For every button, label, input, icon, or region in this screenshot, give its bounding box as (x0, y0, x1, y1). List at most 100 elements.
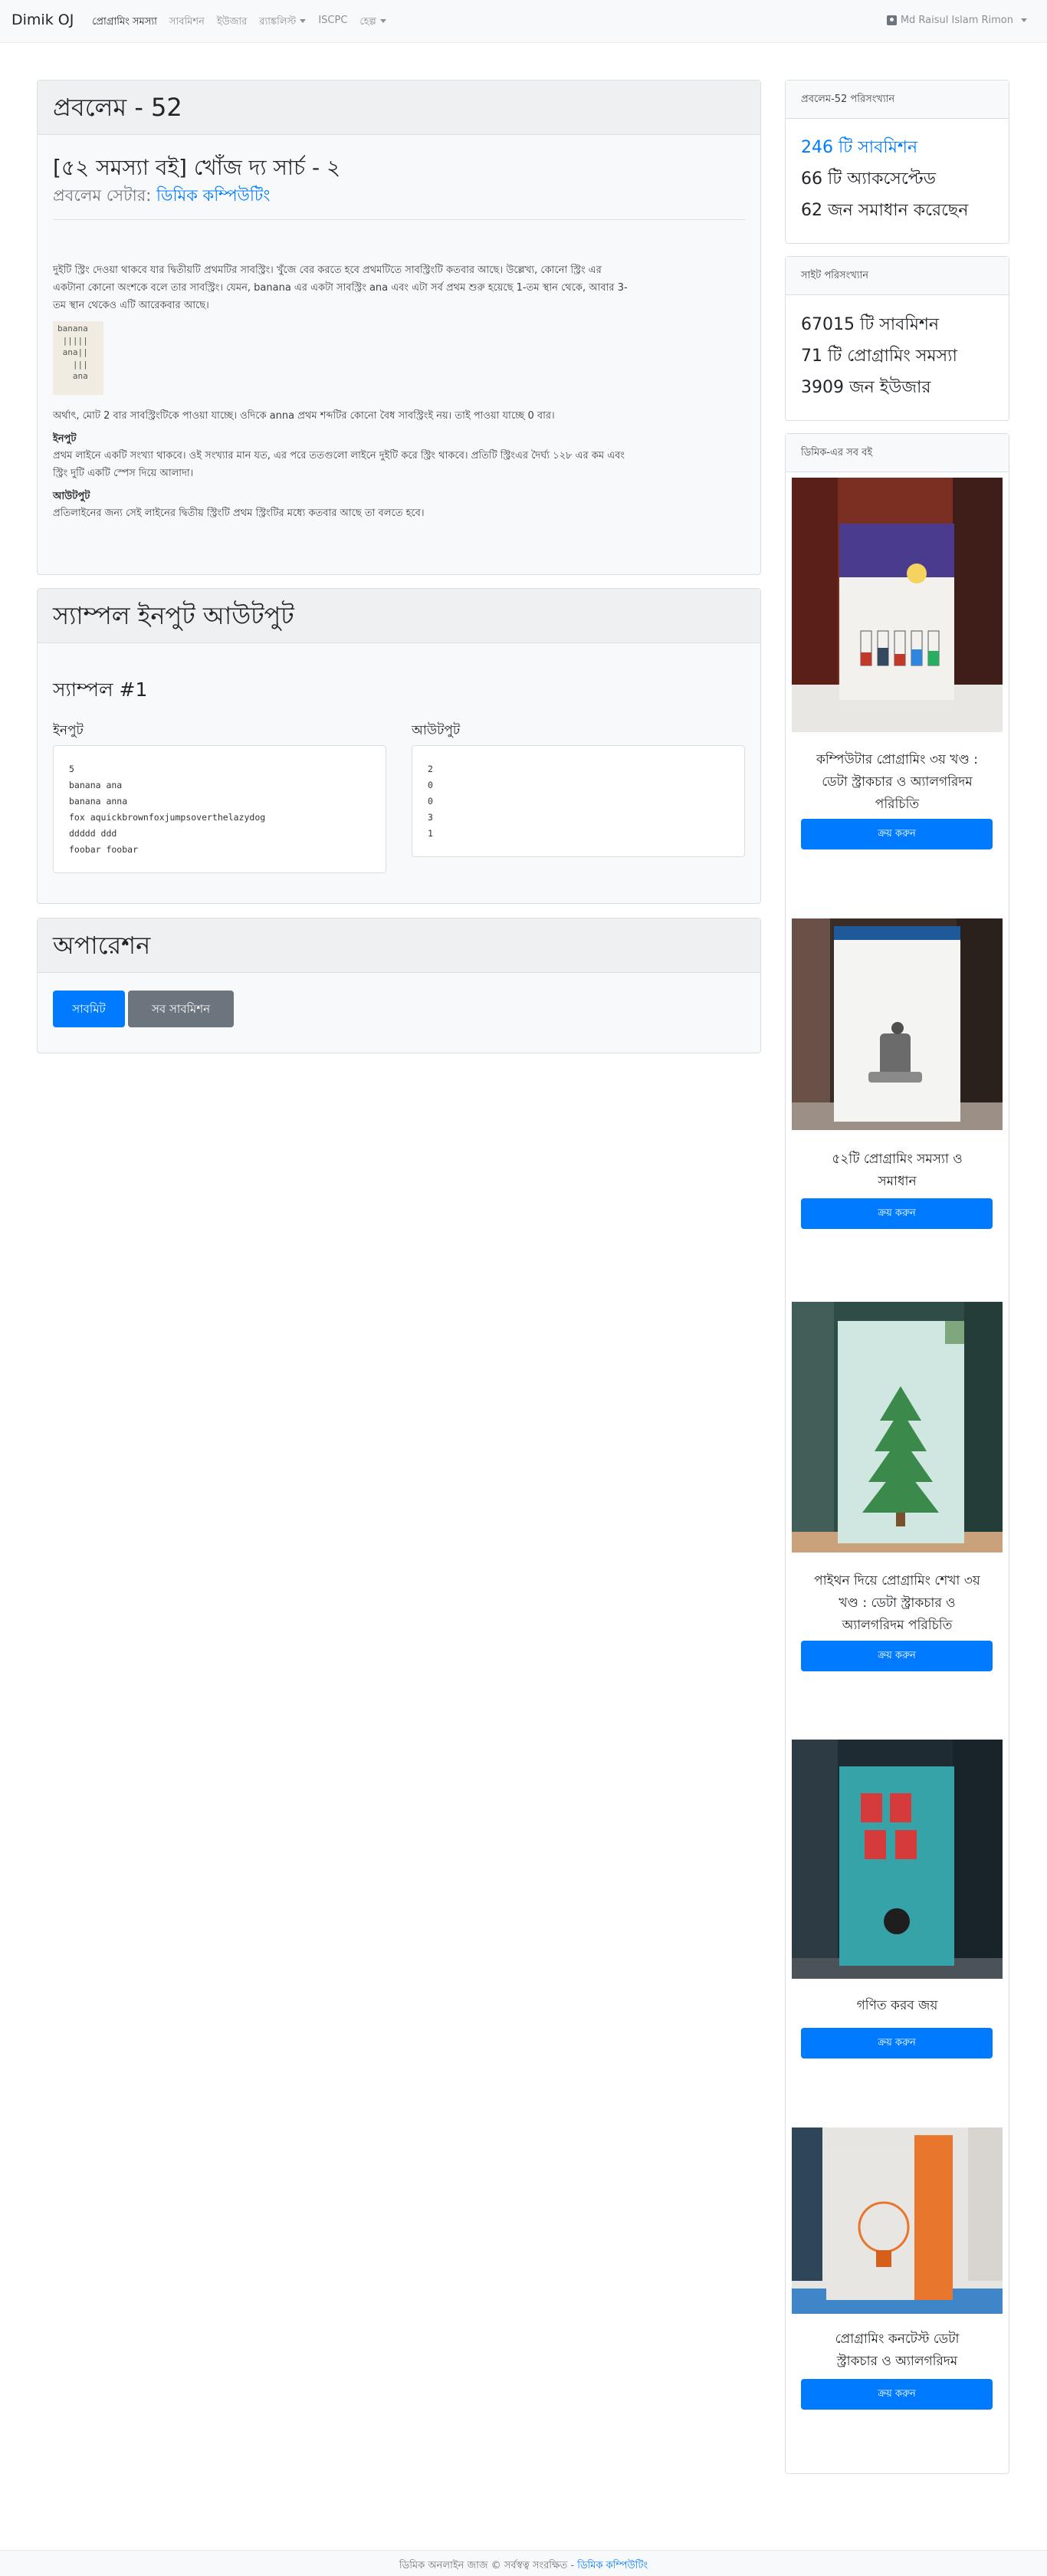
book-item: ৫২টি প্রোগ্রামিং সমস্যা ও সমাধান ক্রয় ক… (792, 918, 1003, 1256)
sample-output-line: 2 (428, 764, 433, 774)
book-title-line: সমাধান (878, 1174, 917, 1189)
nav-item-help-label: হেল্প (359, 16, 376, 28)
book-title: কম্পিউটার প্রোগ্রামিং ৩য় খণ্ড : ডেটা স্… (792, 749, 1003, 816)
nav-item-submissions[interactable]: সাবমিশন (169, 15, 205, 31)
sample-input-line: fox aquickbrownfoxjumpsoverthelazydog (69, 812, 266, 823)
problem-setter: প্রবলেম সেটার: ডিমিক কম্পিউটিং (53, 183, 270, 210)
sample-input-line: 5 (69, 764, 74, 774)
input-section-title: ইনপুট (53, 433, 77, 445)
book-title: ৫২টি প্রোগ্রামিং সমস্যা ও সমাধান (792, 1148, 1003, 1193)
statement-line: তম স্থান থেকেও এটি আরেকবার আছে। (53, 300, 209, 311)
sample-output-line: 0 (428, 796, 433, 807)
sample-input-box: 5 banana ana banana anna fox aquickbrown… (53, 745, 386, 873)
sample-header: স্যাম্পল ইনপুট আউটপুট (38, 589, 760, 643)
sample-subtitle: স্যাম্পল #1 (53, 678, 148, 701)
buy-button[interactable]: ক্রয় করুন (801, 2379, 993, 2410)
output-description: প্রতিলাইনের জন্য সেই লাইনের দ্বিতীয় স্ট… (53, 508, 425, 519)
book-cover-image[interactable] (792, 1740, 1003, 1979)
problem-submissions-link[interactable]: 246 টি সাবমিশন (801, 134, 917, 163)
book-cover-image[interactable] (792, 918, 1003, 1130)
nav-item-ranklist[interactable]: র‍্যাঙ্কলিস্ট (259, 15, 307, 31)
nav-item-users[interactable]: ইউজার (217, 15, 247, 31)
statement-line: দুইটি স্ট্রিং দেওয়া থাকবে যার দ্বিতীয়ট… (53, 264, 602, 276)
book-title-line: স্ট্রাকচার ও অ্যালগরিদম (836, 2354, 958, 2369)
example-line: ||||| (57, 335, 88, 346)
book-title-line: কম্পিউটার প্রোগ্রামিং ৩য় খণ্ড : (816, 752, 979, 767)
sample-input-line: ddddd ddd (69, 828, 117, 839)
book-title-line: গণিত করব জয় (856, 1998, 938, 2013)
submit-button[interactable]: সাবমিট (53, 991, 125, 1027)
buy-button[interactable]: ক্রয় করুন (801, 1641, 993, 1671)
conclusion-paragraph: অর্থাৎ, মোট 2 বার সাবস্ট্রিংটিকে পাওয়া … (53, 410, 555, 422)
buy-button[interactable]: ক্রয় করুন (801, 2028, 993, 2058)
problem-setter-label: প্রবলেম সেটার: (53, 186, 152, 205)
navbar: Dimik OJ প্রোগ্রামিং সমস্যা সাবমিশন ইউজা… (0, 0, 1047, 43)
book-title-line: ডেটা স্ট্রাকচার ও অ্যালগরিদম (822, 774, 973, 790)
statement-paragraph: দুইটি স্ট্রিং দেওয়া থাকবে যার দ্বিতীয়ট… (53, 261, 745, 314)
operations-header: অপারেশন (38, 918, 760, 973)
example-line: ||| (57, 359, 88, 370)
book-cover-art (792, 918, 1003, 1130)
footer-text: ডিমিক অনলাইন জাজ © সর্বস্বত্ব সংরক্ষিত - (399, 2560, 575, 2571)
chevron-down-icon (300, 19, 307, 23)
buy-button[interactable]: ক্রয় করুন (801, 819, 993, 849)
problem-solvers-count: 62 জন সমাধান করেছেন (801, 201, 969, 220)
book-title-line: পাইথন দিয়ে প্রোগ্রামিং শেখা ৩য় (814, 1573, 980, 1589)
footer-link[interactable]: ডিমিক কম্পিউটিং (577, 2560, 648, 2571)
brand-link[interactable]: Dimik OJ (11, 12, 74, 28)
book-item: প্রোগ্রামিং কনটেস্ট ডেটা স্ট্রাকচার ও অ্… (792, 2128, 1003, 2450)
problem-stats-card: প্রবলেম-52 পরিসংখ্যান 246 টি সাবমিশন 66 … (785, 80, 1009, 244)
book-item: গণিত করব জয় ক্রয় করুন (792, 1740, 1003, 2085)
nav-item-ranklist-label: র‍্যাঙ্কলিস্ট (259, 16, 297, 28)
divider (53, 219, 745, 220)
book-item: পাইথন দিয়ে প্রোগ্রামিং শেখা ৩য় খণ্ড : … (792, 1302, 1003, 1700)
site-stats-header: সাইট পরিসংখ্যান (786, 257, 1009, 295)
book-cover-art (792, 1302, 1003, 1552)
book-cover-art (792, 478, 1003, 732)
example-block: banana ||||| ana|| ||| ana (53, 321, 103, 395)
user-name: Md Raisul Islam Rimon (900, 15, 1013, 26)
example-line: ana (57, 371, 88, 381)
sample-input-line: foobar foobar (69, 844, 139, 855)
sample-input-line: banana anna (69, 796, 128, 807)
nav-item-help[interactable]: হেল্প (359, 15, 386, 31)
site-users-count: 3909 জন ইউজার (801, 378, 931, 397)
book-title-line: খণ্ড : ডেটা স্ট্রাকচার ও (839, 1595, 956, 1611)
book-title-line: অ্যালগরিদম পরিচিতি (842, 1618, 953, 1633)
example-line: ana|| (57, 347, 88, 357)
input-line: স্ট্রিং দুটি একটি স্পেস দিয়ে আলাদা। (53, 468, 194, 479)
problem-stats-header: প্রবলেম-52 পরিসংখ্যান (786, 80, 1009, 119)
book-cover-image[interactable] (792, 1302, 1003, 1552)
output-section-title: আউটপুট (53, 491, 90, 502)
nav-item-iscpc[interactable]: ISCPC (318, 15, 347, 31)
book-cover-image[interactable] (792, 2128, 1003, 2314)
books-header: ডিমিক-এর সব বই (786, 434, 1009, 472)
nav-menu: প্রোগ্রামিং সমস্যা সাবমিশন ইউজার র‍্যাঙ্… (92, 15, 386, 31)
input-description: প্রথম লাইনে একটি সংখ্যা থাকবে। ওই সংখ্যা… (53, 447, 745, 482)
user-icon (886, 15, 897, 25)
book-title: প্রোগ্রামিং কনটেস্ট ডেটা স্ট্রাকচার ও অ্… (792, 2328, 1003, 2373)
books-card: ডিমিক-এর সব বই কম্পিউটার প্রোগ্রামিং ৩য়… (785, 433, 1009, 2474)
problem-header: প্রবলেম - 52 (38, 80, 760, 135)
chevron-down-icon (379, 19, 386, 23)
site-stats-card: সাইট পরিসংখ্যান 67015 টি সাবমিশন 71 টি প… (785, 256, 1009, 421)
nav-item-problems[interactable]: প্রোগ্রামিং সমস্যা (92, 15, 157, 31)
book-title: গণিত করব জয় (792, 1995, 1003, 2017)
sample-output-line: 0 (428, 780, 433, 790)
sample-output-box: 2 0 0 3 1 (412, 745, 745, 857)
sample-output-line: 1 (428, 828, 433, 839)
user-menu[interactable]: Md Raisul Islam Rimon (886, 15, 1027, 26)
operations-card: অপারেশন সাবমিট সব সাবমিশন (37, 918, 761, 1053)
buy-button[interactable]: ক্রয় করুন (801, 1198, 993, 1229)
all-submissions-button[interactable]: সব সাবমিশন (128, 991, 234, 1027)
sample-output-line: 3 (428, 812, 433, 823)
book-title-line: পরিচিতি (875, 797, 920, 812)
problem-setter-link[interactable]: ডিমিক কম্পিউটিং (156, 186, 270, 205)
site-problems-count: 71 টি প্রোগ্রামিং সমস্যা (801, 347, 957, 366)
book-item: কম্পিউটার প্রোগ্রামিং ৩য় খণ্ড : ডেটা স্… (792, 478, 1003, 892)
input-line: প্রথম লাইনে একটি সংখ্যা থাকবে। ওই সংখ্যা… (53, 450, 625, 462)
problem-statement: দুইটি স্ট্রিং দেওয়া থাকবে যার দ্বিতীয়ট… (53, 261, 745, 529)
example-line: banana (57, 324, 88, 334)
book-cover-image[interactable] (792, 478, 1003, 732)
sample-input-line: banana ana (69, 780, 123, 790)
